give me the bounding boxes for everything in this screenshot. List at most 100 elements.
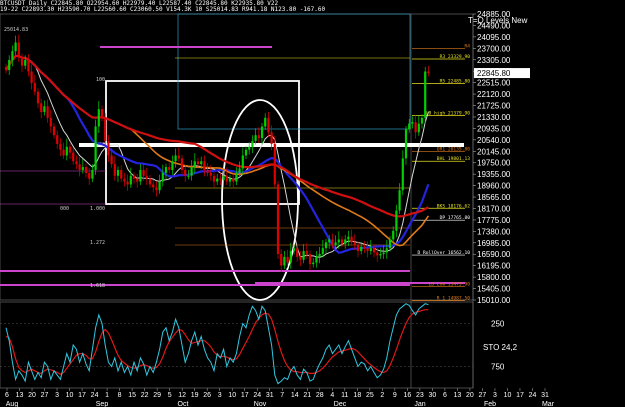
candle-body-22	[75, 161, 78, 165]
candle-body-64	[209, 172, 212, 176]
x-tick-label-10: 15	[128, 392, 136, 399]
candle-body-67	[219, 178, 222, 181]
candle-body-69	[225, 175, 228, 182]
candle-body-2	[11, 51, 14, 60]
osc-tick-label-1: 750	[491, 363, 505, 372]
candle-body-57	[187, 175, 190, 177]
candle-body-48	[158, 181, 161, 191]
candle-body-94	[305, 251, 308, 254]
level-label-1: R3 23329.90	[440, 54, 471, 60]
candle-body-17	[59, 143, 62, 150]
candle-body-70	[228, 178, 232, 182]
x-tick-label-17: 3	[218, 392, 222, 399]
price-chart[interactable]: 25014.831005001.0001.2721.618000 R4R3 23…	[0, 0, 625, 407]
candle-body-5	[20, 57, 24, 66]
candle-body-44	[145, 175, 148, 179]
candle-body-111	[360, 246, 363, 252]
candle-body-23	[78, 164, 81, 170]
candle-body-41	[136, 178, 139, 182]
candle-body-58	[190, 167, 193, 176]
candle-body-104	[337, 239, 340, 243]
x-tick-label-37: 20	[466, 392, 474, 399]
y-tick-label-9: 21330.00	[477, 113, 511, 122]
candle-body-12	[43, 106, 46, 113]
candle-body-131	[424, 71, 427, 118]
x-tick-label-42: 24	[529, 392, 537, 399]
candle-body-25	[84, 167, 88, 173]
x-tick-label-26: 4	[330, 392, 334, 399]
candle-body-10	[36, 91, 40, 104]
x-tick-label-15: 19	[191, 392, 199, 399]
candle-body-42	[139, 169, 142, 182]
candle-body-61	[200, 161, 203, 165]
candle-body-92	[299, 256, 302, 260]
candle-body-72	[235, 172, 238, 182]
candle-body-68	[222, 175, 225, 181]
candle-body-123	[398, 190, 401, 211]
fib-top-band	[100, 46, 272, 48]
x-tick-label-12: 29	[153, 392, 161, 399]
month-label-2: Oct	[178, 401, 189, 407]
y-tick-label-19: 17380.00	[477, 227, 511, 236]
y-tick-label-25: 15010.00	[477, 296, 511, 305]
y-tick-label-20: 16985.00	[477, 239, 511, 248]
level-label-0: R4	[464, 43, 470, 49]
range-box	[105, 80, 300, 205]
candle-body-107	[347, 236, 350, 240]
x-tick-label-34: 30	[428, 392, 436, 399]
y-tick-label-6: 22515.00	[477, 79, 511, 88]
candle-body-105	[340, 239, 344, 244]
y-tick-label-3: 23700.00	[477, 44, 511, 53]
candle-body-77	[251, 140, 254, 147]
x-tick-label-43: 31	[541, 392, 549, 399]
x-tick-label-30: 2	[380, 392, 384, 399]
x-tick-label-11: 22	[141, 392, 149, 399]
candle-body-16	[56, 135, 59, 144]
x-tick-label-4: 3	[55, 392, 59, 399]
oscillator-panel-frame	[0, 301, 474, 389]
candle-body-91	[296, 248, 299, 257]
candle-body-102	[331, 239, 334, 246]
y-tick-label-18: 17775.00	[477, 216, 511, 225]
candle-body-45	[148, 178, 152, 185]
left-label-fib-618: 1.618	[90, 283, 105, 289]
candle-body-122	[395, 210, 398, 231]
level-label-7: DP 17765.80	[440, 215, 471, 221]
y-tick-label-15: 18960.00	[477, 182, 511, 191]
level-label-3: LB high 21379.90	[426, 111, 470, 117]
left-label-fib-272: 1.272	[90, 240, 105, 246]
x-tick-label-21: 31	[266, 392, 274, 399]
candle-body-125	[404, 129, 408, 159]
candle-body-86	[280, 253, 283, 266]
candle-body-62	[203, 161, 206, 170]
x-tick-label-19: 17	[241, 392, 249, 399]
x-tick-label-9: 8	[118, 392, 122, 399]
candle-body-34	[113, 164, 116, 176]
x-tick-label-35: 6	[443, 392, 447, 399]
candle-body-115	[372, 248, 376, 253]
fib-band-2	[0, 284, 410, 286]
candle-body-18	[62, 149, 65, 156]
candle-body-1	[8, 59, 11, 71]
candle-body-52	[171, 161, 174, 170]
candle-body-32	[107, 140, 110, 156]
y-tick-label-24: 15405.00	[477, 285, 511, 294]
osc-indicator-label: STO 24,2	[483, 343, 518, 352]
candle-body-30	[100, 109, 104, 118]
x-tick-label-1: 13	[16, 392, 24, 399]
y-tick-label-16: 18565.00	[477, 193, 511, 202]
candle-body-31	[104, 117, 107, 141]
candle-body-26	[88, 172, 91, 179]
y-tick-label-14: 19355.00	[477, 170, 511, 179]
y-tick-label-13: 19750.00	[477, 159, 511, 168]
candle-body-4	[17, 42, 20, 58]
month-label-0: Aug	[6, 401, 19, 407]
x-tick-label-2: 20	[28, 392, 36, 399]
ma-red-line	[5, 54, 429, 218]
x-tick-label-27: 11	[341, 392, 348, 399]
x-tick-label-36: 13	[454, 392, 462, 399]
candle-body-128	[414, 122, 417, 133]
candle-body-113	[366, 248, 369, 252]
candle-body-80	[260, 126, 264, 139]
candle-body-79	[257, 135, 260, 139]
